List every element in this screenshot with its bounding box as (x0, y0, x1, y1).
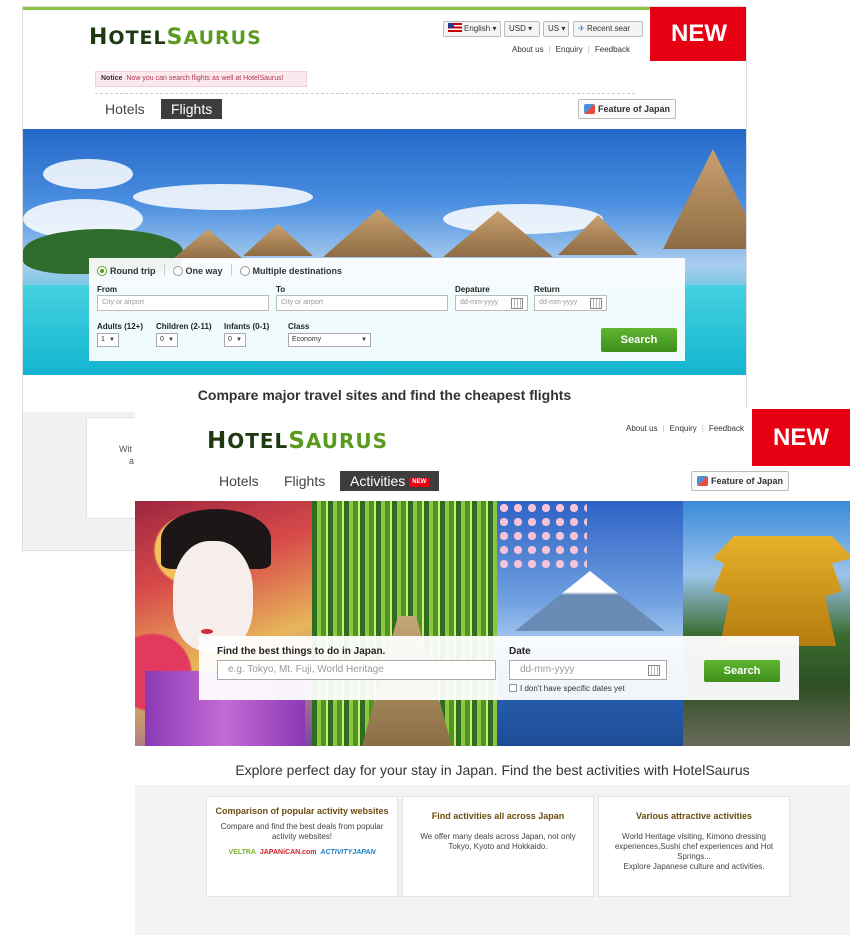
japanican-logo: JAPANiCAN.com (259, 849, 317, 856)
class-select[interactable]: Economy ▼ (288, 333, 371, 347)
japan-map-icon (584, 104, 595, 114)
card-title: Comparison of popular activity websites (215, 806, 389, 816)
new-badge: NEW (650, 7, 746, 61)
currency-select[interactable]: USD ▾ (504, 21, 540, 37)
depart-label: Depature (455, 285, 490, 294)
tab-activities[interactable]: Activities NEW (340, 471, 440, 491)
feature-of-japan-button[interactable]: Feature of Japan (691, 471, 790, 491)
card-text: Wit a (119, 444, 135, 466)
flight-search-panel: Round trip One way Multiple destinations F… (89, 258, 685, 361)
card-description-2: Explore Japanese culture and activities. (623, 862, 765, 871)
language-select[interactable]: English ▾ (443, 21, 501, 37)
tab-hotels[interactable]: Hotels (105, 99, 145, 119)
card-description: We offer many deals across Japan, not on… (420, 832, 576, 851)
activities-page-screenshot: HOTELSAURUS About us | Enquiry | Feedback NE… (135, 409, 850, 950)
return-date-input[interactable]: dd-mm-yyyy (534, 295, 607, 311)
adults-select[interactable]: 1 ▼ (97, 333, 119, 347)
tab-flights[interactable]: Flights (161, 99, 223, 119)
top-accent-bar (23, 7, 746, 10)
class-label: Class (288, 322, 310, 331)
hero-image-mount-fuji (497, 501, 683, 746)
hero-image-bamboo-forest (312, 501, 497, 746)
date-label: Date (509, 646, 531, 657)
infants-select[interactable]: 0 ▼ (224, 333, 246, 347)
dashed-divider (95, 93, 635, 94)
card-description: World Heritage visiting, Kimono dressing… (614, 832, 774, 861)
new-tag: NEW (409, 478, 430, 487)
enquiry-link[interactable]: Enquiry (556, 45, 583, 54)
notice-banner: Notice Now you can search flights as well… (95, 71, 307, 87)
feature-card-all-japan: Find activities all across Japan We offe… (402, 796, 594, 897)
infants-label: Infants (0-1) (224, 322, 270, 331)
card-title: Various attractive activities (635, 811, 753, 821)
trip-type-options: Round trip One way Multiple destinations (97, 264, 350, 276)
us-flag-icon (448, 23, 462, 32)
children-select[interactable]: 0 ▼ (156, 333, 178, 347)
calendar-icon[interactable] (648, 665, 660, 676)
explore-heading: Explore perfect day for your stay in Jap… (235, 762, 750, 778)
hero-image-golden-temple (683, 501, 850, 746)
tab-flights[interactable]: Flights (284, 471, 325, 491)
top-links: About us | Enquiry | Feedback (626, 424, 744, 433)
enquiry-link[interactable]: Enquiry (670, 424, 697, 433)
calendar-icon[interactable] (511, 298, 523, 309)
calendar-icon[interactable] (590, 298, 602, 309)
one-way-radio[interactable]: One way (172, 266, 223, 276)
compare-heading: Compare major travel sites and find the … (197, 387, 572, 403)
activityjapan-logo: ACTIVITYJAPAN (320, 849, 376, 856)
hotelsaurus-logo[interactable]: HOTELSAURUS (89, 25, 262, 50)
hero-image-geisha (135, 501, 312, 746)
activity-search-button[interactable]: Search (704, 660, 780, 682)
about-us-link[interactable]: About us (626, 424, 658, 433)
country-select[interactable]: US ▾ (543, 21, 569, 37)
hotelsaurus-logo[interactable]: HOTELSAURUS (207, 428, 388, 454)
children-label: Children (2-11) (156, 322, 212, 331)
depart-date-input[interactable]: dd-mm-yyyy (455, 295, 528, 311)
feature-card-comparison: Comparison of popular activity websites … (206, 796, 398, 897)
from-input[interactable]: City or airport (97, 295, 269, 311)
japan-map-icon (697, 476, 708, 486)
veltra-logo: VELTRA (228, 849, 256, 856)
round-trip-radio[interactable]: Round trip (97, 266, 156, 276)
card-title: Find activities all across Japan (431, 811, 565, 821)
partner-logos: VELTRA JAPANiCAN.com ACTIVITYJAPAN (207, 849, 397, 856)
top-links: About us | Enquiry | Feedback (512, 45, 630, 54)
new-badge: NEW (752, 409, 850, 466)
from-label: From (97, 285, 117, 294)
activity-search-input[interactable]: e.g. Tokyo, Mt. Fuji, World Heritage (217, 660, 496, 680)
tab-hotels[interactable]: Hotels (219, 471, 259, 491)
plane-icon: ✈ (578, 24, 585, 33)
feedback-link[interactable]: Feedback (595, 45, 630, 54)
find-label: Find the best things to do in Japan. (217, 646, 386, 657)
card-description: Compare and find the best deals from pop… (220, 822, 384, 841)
multiple-destinations-radio[interactable]: Multiple destinations (239, 266, 342, 276)
to-label: To (276, 285, 286, 294)
activity-date-input[interactable]: dd-mm-yyyy (509, 660, 667, 680)
recent-searches-button[interactable]: ✈ Recent sear (573, 21, 643, 37)
flight-search-button[interactable]: Search (601, 328, 677, 352)
feedback-link[interactable]: Feedback (709, 424, 744, 433)
return-label: Return (534, 285, 560, 294)
to-input[interactable]: City or airport (276, 295, 448, 311)
feature-card-attractive: Various attractive activities World Heri… (598, 796, 790, 897)
activity-search-panel: Find the best things to do in Japan. e.g… (199, 636, 799, 700)
about-us-link[interactable]: About us (512, 45, 544, 54)
feature-of-japan-button[interactable]: Feature of Japan (578, 99, 677, 119)
no-specific-dates-checkbox[interactable]: I don't have specific dates yet (509, 684, 625, 693)
adults-label: Adults (12+) (97, 322, 144, 331)
